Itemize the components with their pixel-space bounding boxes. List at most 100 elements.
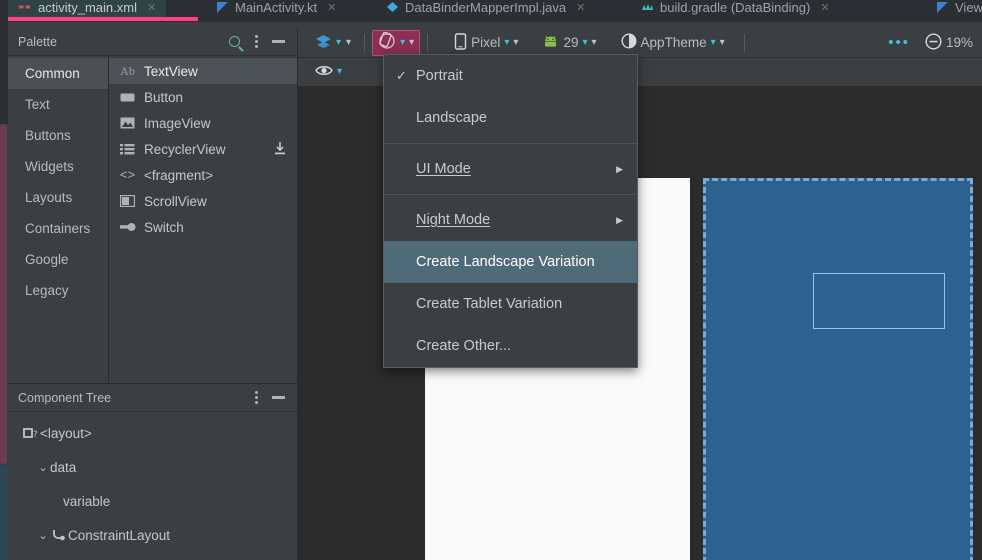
theme-selector-button[interactable]: AppTheme ▾ ▾ xyxy=(616,30,730,56)
menu-item-label: Portrait xyxy=(416,68,463,84)
editor-tab-1[interactable]: MainActivity.kt ✕ xyxy=(205,0,346,18)
palette-category-buttons[interactable]: Buttons xyxy=(8,120,108,151)
menu-item-label: Create Landscape Variation xyxy=(416,254,595,270)
tree-node-variable[interactable]: variable xyxy=(8,484,297,518)
visibility-button[interactable]: ▾ xyxy=(310,59,347,85)
tree-node-label: ConstraintLayout xyxy=(68,527,171,543)
orientation-rotate-icon xyxy=(378,31,396,53)
palette-body: Common Text Buttons Widgets Layouts Cont… xyxy=(8,56,297,383)
palette-item-recyclerview[interactable]: RecyclerView xyxy=(109,136,297,162)
minimize-icon[interactable] xyxy=(267,387,289,409)
menu-item-landscape[interactable]: Landscape xyxy=(384,97,637,139)
palette-category-legacy[interactable]: Legacy xyxy=(8,275,108,306)
chevron-down-icon[interactable]: ▾ xyxy=(346,37,351,48)
palette-item-imageview[interactable]: ImageView xyxy=(109,110,297,136)
editor-tab-4[interactable]: ViewMo xyxy=(925,0,982,18)
menu-item-create-tablet-variation[interactable]: Create Tablet Variation xyxy=(384,283,637,325)
blueprint-rectangle-widget[interactable] xyxy=(813,273,945,329)
tree-node-data[interactable]: ⌄ data xyxy=(8,450,297,484)
download-icon[interactable] xyxy=(274,142,286,158)
chevron-right-icon: ▶ xyxy=(616,214,623,225)
editor-tab-label: activity_main.xml xyxy=(38,0,137,15)
menu-item-label: Landscape xyxy=(416,110,487,126)
layout-tag-icon: ? xyxy=(22,427,40,440)
menu-separator xyxy=(384,194,637,195)
chevron-down-icon[interactable]: ▾ xyxy=(504,37,509,48)
editor-tab-2[interactable]: DataBinderMapperImpl.java ✕ xyxy=(375,0,595,18)
palette-category-layouts[interactable]: Layouts xyxy=(8,182,108,213)
chevron-down-icon[interactable]: ▾ xyxy=(409,37,414,48)
palette-item-fragment[interactable]: <> <fragment> xyxy=(109,162,297,188)
palette-category-widgets[interactable]: Widgets xyxy=(8,151,108,182)
kebab-menu-icon[interactable] xyxy=(245,31,267,53)
chevron-down-icon[interactable]: ▾ xyxy=(582,37,587,48)
toolbar-separator xyxy=(427,33,429,52)
chevron-down-icon[interactable]: ▾ xyxy=(337,67,342,77)
component-tree-header: Component Tree xyxy=(8,384,297,412)
gradle-file-icon xyxy=(640,0,654,14)
android-studio-layout-editor: activity_main.xml ✕ MainActivity.kt ✕ Da… xyxy=(0,0,982,560)
imageview-icon xyxy=(119,116,136,131)
palette-item-button[interactable]: Button xyxy=(109,84,297,110)
chevron-down-icon[interactable]: ▾ xyxy=(400,37,405,48)
tree-node-constraintlayout[interactable]: ⌄ ConstraintLayout xyxy=(8,518,297,552)
editor-tab-3[interactable]: build.gradle (DataBinding) ✕ xyxy=(630,0,840,18)
zoom-level-label: 19% xyxy=(945,35,973,50)
palette-category-common[interactable]: Common xyxy=(8,58,108,89)
close-icon[interactable]: ✕ xyxy=(327,1,336,14)
component-tree-title: Component Tree xyxy=(18,390,112,405)
palette-item-scrollview[interactable]: ScrollView xyxy=(109,188,297,214)
palette-item-list: Ab TextView Button ImageView RecyclerVie… xyxy=(108,56,297,383)
menu-item-ui-mode[interactable]: UI Mode ▶ xyxy=(384,148,637,190)
chevron-down-icon[interactable]: ▾ xyxy=(720,37,725,48)
chevron-down-icon[interactable]: ▾ xyxy=(336,37,341,48)
editor-tab-0[interactable]: activity_main.xml ✕ xyxy=(8,0,167,18)
zoom-out-button[interactable]: 19% xyxy=(920,30,978,56)
eye-icon xyxy=(315,64,333,80)
palette-item-label: Switch xyxy=(144,219,184,235)
menu-item-night-mode[interactable]: Night Mode ▶ xyxy=(384,199,637,241)
device-preview-blueprint[interactable]: BUTTON xyxy=(703,178,973,560)
close-icon[interactable]: ✕ xyxy=(820,1,829,14)
menu-item-label: Create Other... xyxy=(416,338,512,354)
menu-item-create-landscape-variation[interactable]: Create Landscape Variation xyxy=(384,241,637,283)
switch-icon xyxy=(119,220,136,235)
orientation-button[interactable]: ▾ ▾ xyxy=(372,29,421,56)
menu-item-portrait[interactable]: ✓ Portrait xyxy=(384,55,637,97)
device-selector-button[interactable]: Pixel ▾ ▾ xyxy=(449,30,523,56)
orientation-context-menu: ✓ Portrait Landscape UI Mode ▶ Night Mod… xyxy=(383,54,638,368)
api-level-button[interactable]: 29 ▾ ▾ xyxy=(537,30,601,56)
check-icon: ✓ xyxy=(396,68,407,83)
palette-item-textview[interactable]: Ab TextView xyxy=(109,58,297,84)
tree-node-layout[interactable]: ? <layout> xyxy=(8,416,297,450)
constraint-layout-icon xyxy=(50,528,68,542)
chevron-down-icon[interactable]: ⌄ xyxy=(36,461,50,474)
fragment-icon: <> xyxy=(119,167,136,183)
component-tree-body: ? <layout> ⌄ data variable ⌄ ConstraintL… xyxy=(8,412,297,552)
minimize-icon[interactable] xyxy=(267,31,289,53)
close-icon[interactable]: ✕ xyxy=(576,1,585,14)
close-icon[interactable]: ✕ xyxy=(147,1,156,14)
kebab-menu-icon[interactable] xyxy=(245,387,267,409)
left-edge-scrollbar-purple[interactable] xyxy=(0,124,7,464)
palette-category-text[interactable]: Text xyxy=(8,89,108,120)
editor-tab-label: DataBinderMapperImpl.java xyxy=(405,0,567,15)
xml-file-icon xyxy=(18,0,32,14)
chevron-down-icon[interactable]: ⌄ xyxy=(36,529,50,542)
search-icon[interactable] xyxy=(223,31,245,53)
chevron-down-icon[interactable]: ▾ xyxy=(592,37,597,48)
recyclerview-icon xyxy=(119,142,136,157)
chevron-down-icon[interactable]: ▾ xyxy=(711,37,716,48)
category-label: Layouts xyxy=(25,190,73,205)
kotlin-file-icon xyxy=(215,0,229,14)
left-edge-selection-blue xyxy=(0,466,8,560)
palette-category-google[interactable]: Google xyxy=(8,244,108,275)
menu-item-create-other[interactable]: Create Other... xyxy=(384,325,637,367)
layers-mode-button[interactable]: ▾ xyxy=(310,30,346,56)
palette-category-containers[interactable]: Containers xyxy=(8,213,108,244)
editor-tab-bar: activity_main.xml ✕ MainActivity.kt ✕ Da… xyxy=(0,0,982,22)
chevron-down-icon[interactable]: ▾ xyxy=(513,37,518,48)
palette-item-switch[interactable]: Switch xyxy=(109,214,297,240)
toolbar-overflow-button[interactable]: ••• xyxy=(888,34,910,51)
toolbar-separator xyxy=(364,33,366,52)
